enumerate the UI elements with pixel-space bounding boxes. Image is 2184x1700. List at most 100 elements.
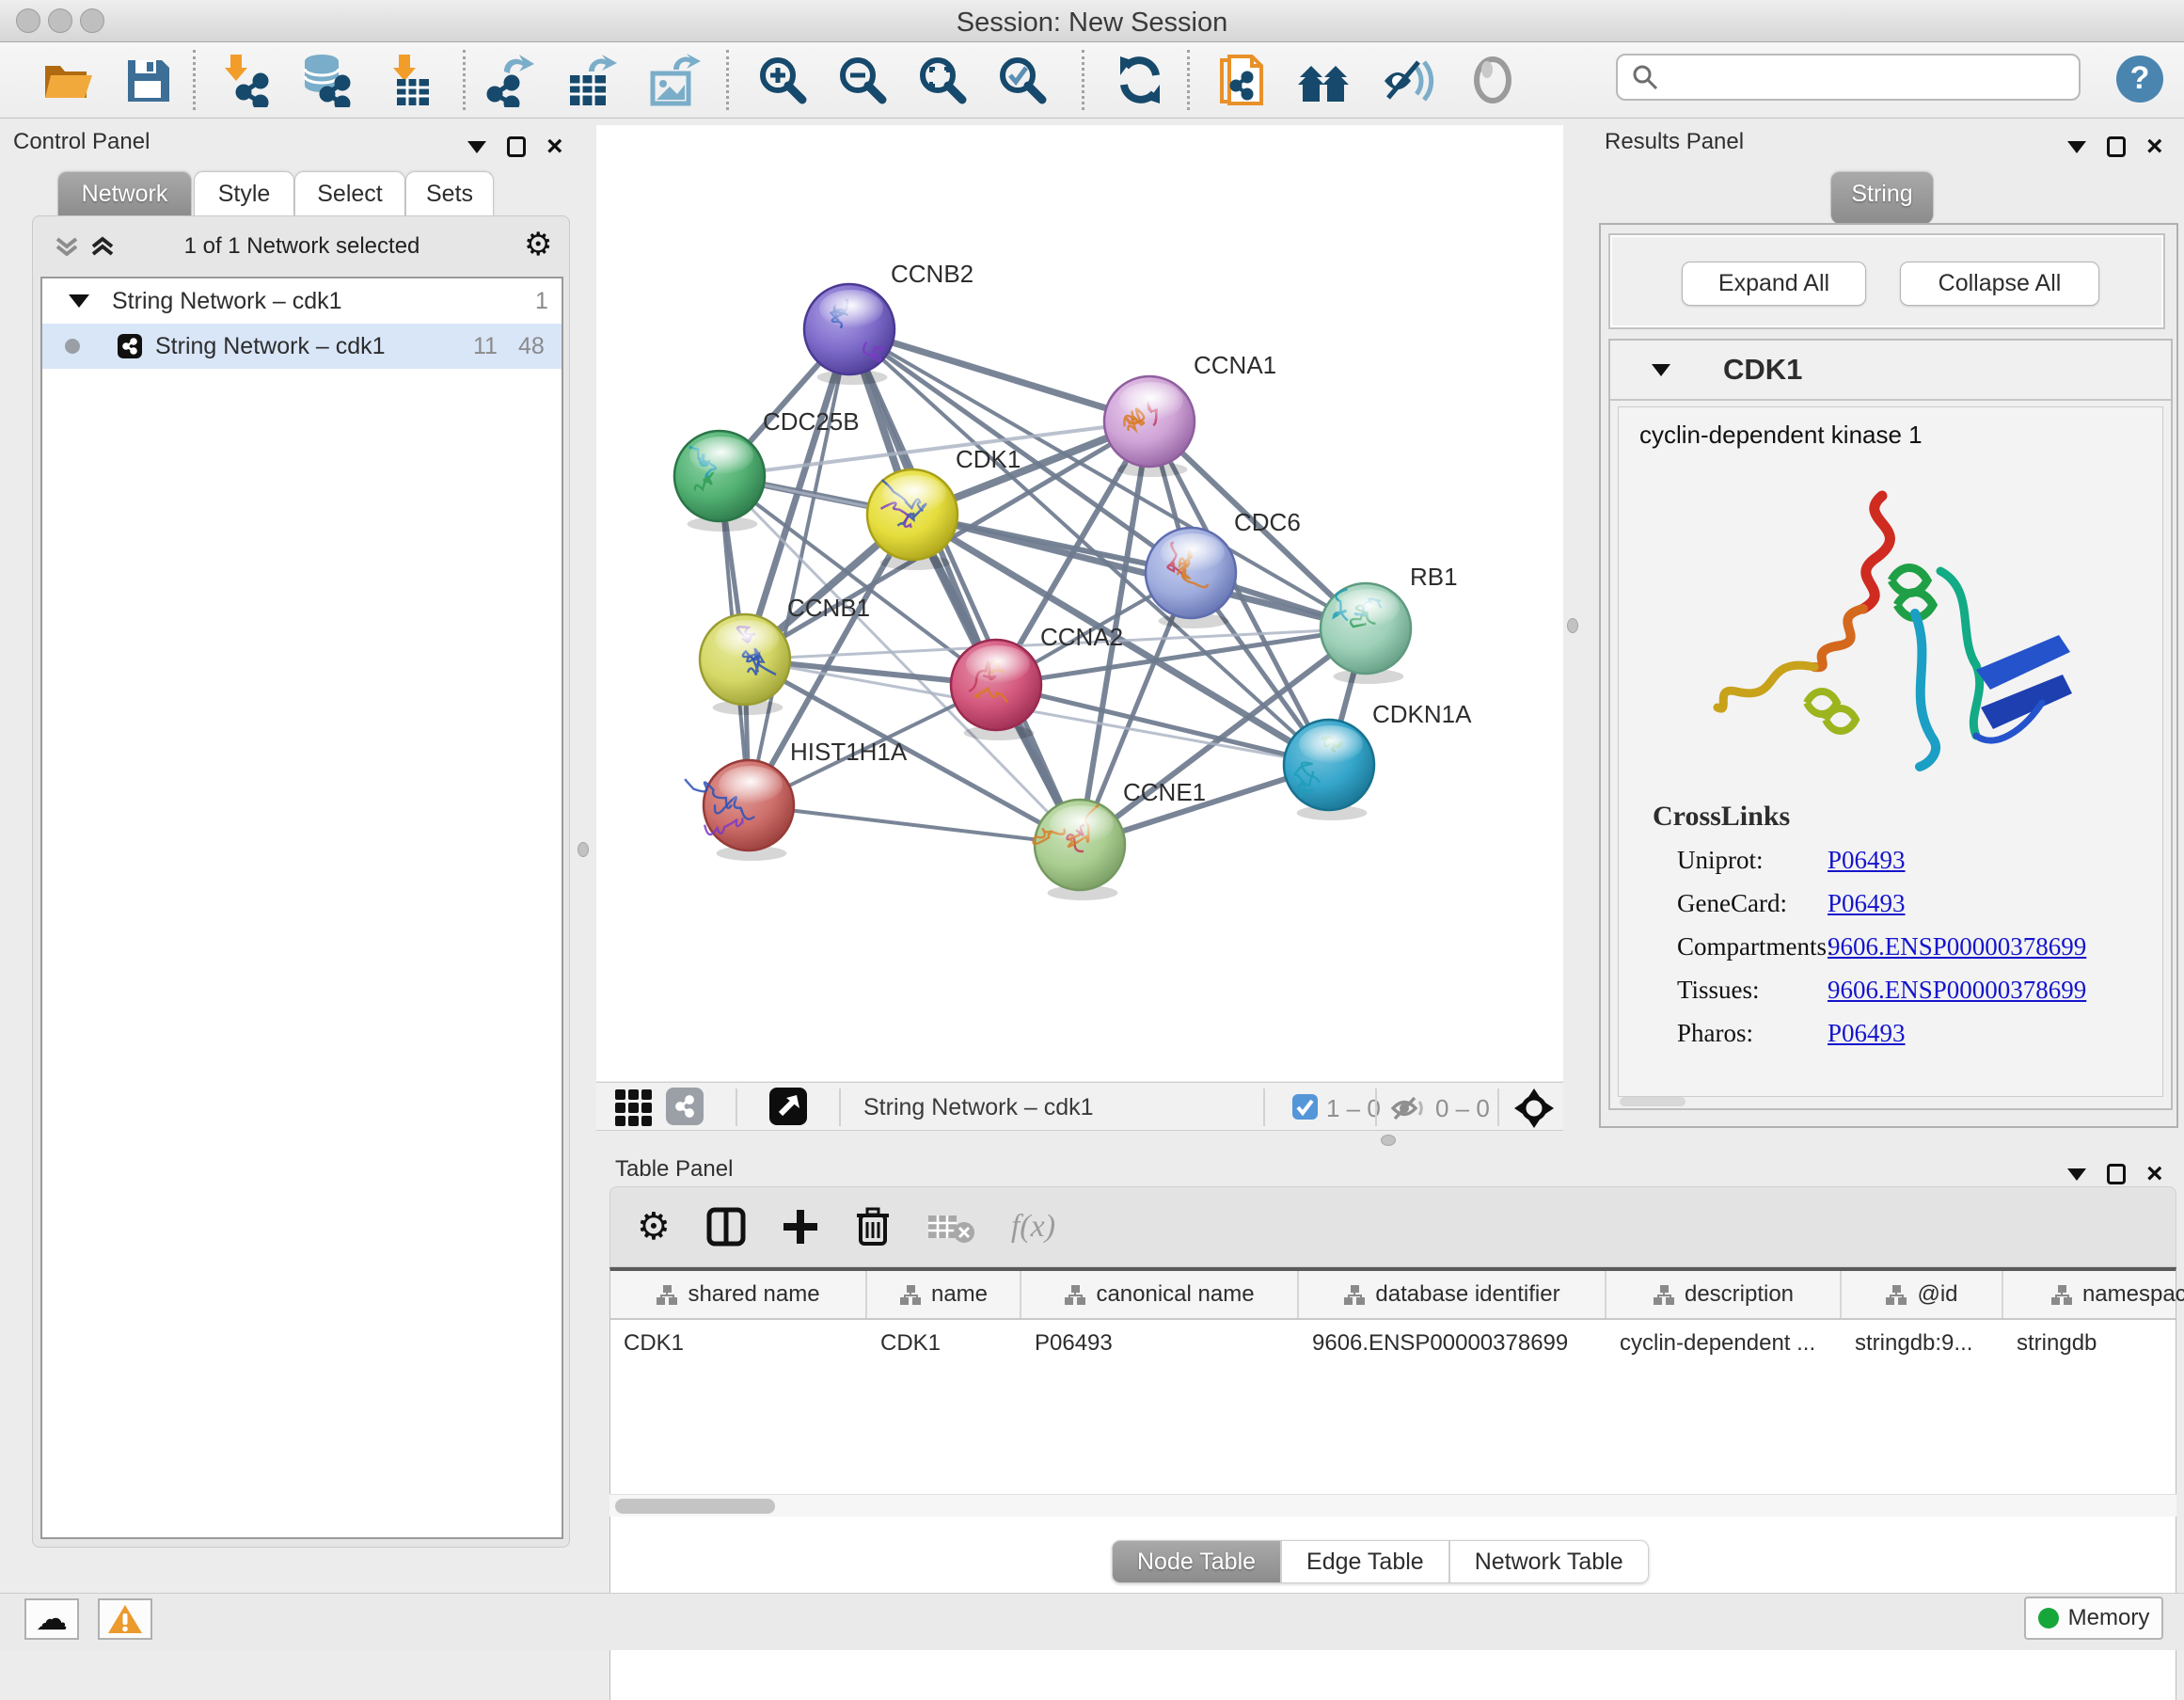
save-session-icon[interactable] [120, 53, 175, 107]
protein-card-header[interactable]: CDK1 [1610, 341, 2171, 401]
network-node-cdk1[interactable]: CDK1 [867, 445, 1021, 570]
table-cell[interactable]: P06493 [1021, 1320, 1299, 1367]
expand-all-button[interactable]: Expand All [1682, 262, 1866, 306]
tab-string[interactable]: String [1830, 171, 1934, 224]
network-edge[interactable] [849, 329, 1149, 421]
show-columns-icon[interactable] [706, 1205, 746, 1248]
warnings-button[interactable] [98, 1598, 152, 1640]
zoom-fit-icon[interactable] [915, 53, 970, 107]
grid-view-icon[interactable] [615, 1089, 652, 1126]
import-network-icon[interactable] [219, 53, 274, 107]
network-edge[interactable] [849, 329, 1080, 845]
open-in-new-window-icon[interactable] [769, 1088, 807, 1125]
protein-collapse-icon[interactable] [1652, 364, 1670, 376]
string-home-icon[interactable] [1296, 53, 1351, 107]
crosslink-link[interactable]: P06493 [1828, 846, 1906, 889]
delete-table-icon[interactable] [926, 1210, 975, 1244]
search-input[interactable] [1659, 64, 2064, 90]
column-header-databaseidentifier[interactable]: database identifier [1299, 1271, 1606, 1318]
export-network-icon[interactable] [483, 53, 538, 107]
show-graphics-icon[interactable] [1465, 53, 1520, 107]
cloud-button[interactable]: ☁ [24, 1598, 79, 1640]
bar-divider [1497, 1088, 1499, 1126]
table-cell[interactable]: CDK1 [610, 1320, 867, 1367]
import-table-icon[interactable] [384, 53, 438, 107]
network-options-gear-icon[interactable]: ⚙ [524, 226, 552, 263]
add-column-icon[interactable] [782, 1208, 819, 1246]
table-options-gear-icon[interactable]: ⚙ [637, 1205, 671, 1248]
table-hscrollbar-thumb[interactable] [615, 1499, 775, 1514]
import-database-icon[interactable] [299, 53, 354, 107]
table-hscrollbar[interactable] [609, 1494, 2176, 1517]
publication-share-icon[interactable] [1216, 53, 1271, 107]
memory-button[interactable]: Memory [2024, 1597, 2163, 1640]
tab-network[interactable]: Network [57, 171, 192, 216]
table-panel-close-icon[interactable]: × [2146, 1165, 2163, 1184]
table-panel-menu-icon[interactable] [2067, 1168, 2086, 1181]
search-box[interactable] [1616, 54, 2081, 101]
table-cell[interactable]: 9606.ENSP00000378699 [1299, 1320, 1606, 1367]
control-panel-menu-icon[interactable] [467, 141, 486, 153]
table-header-row: shared namenamecanonical namedatabase id… [610, 1271, 2176, 1320]
refresh-icon[interactable] [1113, 53, 1167, 107]
export-image-icon[interactable] [647, 53, 702, 107]
crosslink-link[interactable]: P06493 [1828, 889, 1906, 932]
network-node-cdc6[interactable]: CDC6 [1146, 508, 1301, 628]
column-header-id[interactable]: @id [1842, 1271, 2003, 1318]
right-splitter-handle[interactable] [1567, 618, 1578, 633]
network-type-badge-icon[interactable] [666, 1088, 704, 1125]
table-cell[interactable]: stringdb:9... [1842, 1320, 2003, 1367]
table-cell[interactable]: cyclin-dependent ... [1606, 1320, 1842, 1367]
tab-node-table[interactable]: Node Table [1112, 1540, 1281, 1583]
tab-edge-table[interactable]: Edge Table [1281, 1540, 1449, 1583]
tab-style[interactable]: Style [194, 171, 294, 216]
column-header-namespace[interactable]: namespace [2003, 1271, 2184, 1318]
zoom-out-icon[interactable] [835, 53, 890, 107]
tab-select[interactable]: Select [294, 171, 405, 216]
selected-nodes-checkbox[interactable] [1292, 1094, 1318, 1120]
left-splitter-handle[interactable] [578, 842, 589, 857]
delete-column-icon[interactable] [855, 1206, 891, 1247]
results-panel-menu-icon[interactable] [2067, 141, 2086, 153]
birds-eye-toggle-icon[interactable] [1514, 1088, 1554, 1128]
hide-unhide-icon[interactable] [1381, 53, 1435, 107]
hidden-elements-icon[interactable] [1390, 1094, 1426, 1122]
collection-expand-icon[interactable] [69, 294, 89, 308]
table-panel-float-icon[interactable] [2107, 1164, 2126, 1184]
network-node-cdkn1a[interactable]: CDKN1A [1284, 700, 1472, 820]
column-header-name[interactable]: name [867, 1271, 1021, 1318]
card-scrollbar-thumb[interactable] [1620, 1097, 1685, 1106]
column-header-sharedname[interactable]: shared name [610, 1271, 867, 1318]
crosslink-link[interactable]: 9606.ENSP00000378699 [1828, 976, 2086, 1019]
control-panel-close-icon[interactable]: × [546, 137, 563, 156]
column-header-description[interactable]: description [1606, 1271, 1842, 1318]
crosslink-link[interactable]: P06493 [1828, 1019, 1906, 1062]
table-cell[interactable]: stringdb [2003, 1320, 2184, 1367]
network-row[interactable]: String Network – cdk1 11 48 [42, 324, 562, 369]
tab-network-table[interactable]: Network Table [1449, 1540, 1649, 1583]
help-icon[interactable]: ? [2116, 56, 2163, 103]
collapse-all-button[interactable]: Collapse All [1900, 262, 2099, 306]
network-collection-row[interactable]: String Network – cdk1 1 [42, 278, 562, 324]
control-panel-float-icon[interactable] [507, 136, 526, 157]
table-row[interactable]: CDK1CDK1P064939606.ENSP00000378699cyclin… [610, 1320, 2176, 1367]
function-builder-icon[interactable]: f(x) [1011, 1209, 1055, 1245]
network-node-rb1[interactable]: RB1 [1321, 563, 1458, 684]
results-panel-float-icon[interactable] [2107, 136, 2126, 157]
network-node-hist1h1a[interactable]: HIST1H1A [685, 738, 908, 861]
protein-card: CDK1 cyclin-dependent kinase 1 [1608, 339, 2173, 1110]
tab-sets[interactable]: Sets [405, 171, 494, 216]
string-network-graph[interactable]: CCNB2CCNA1CDC25BCDK1CDC6RB1CCNB1CCNA2CDK… [596, 125, 1563, 1081]
network-edge[interactable] [749, 329, 849, 805]
export-table-icon[interactable] [564, 53, 619, 107]
open-session-icon[interactable] [40, 53, 94, 107]
table-cell[interactable]: CDK1 [867, 1320, 1021, 1367]
network-canvas[interactable]: CCNB2CCNA1CDC25BCDK1CDC6RB1CCNB1CCNA2CDK… [596, 125, 1563, 1081]
crosslinks-title: CrossLinks [1653, 801, 2086, 833]
zoom-in-icon[interactable] [755, 53, 810, 107]
zoom-selected-icon[interactable] [995, 53, 1050, 107]
network-edge[interactable] [749, 805, 1080, 845]
results-panel-close-icon[interactable]: × [2146, 137, 2163, 156]
crosslink-link[interactable]: 9606.ENSP00000378699 [1828, 932, 2086, 976]
column-header-canonicalname[interactable]: canonical name [1021, 1271, 1299, 1318]
